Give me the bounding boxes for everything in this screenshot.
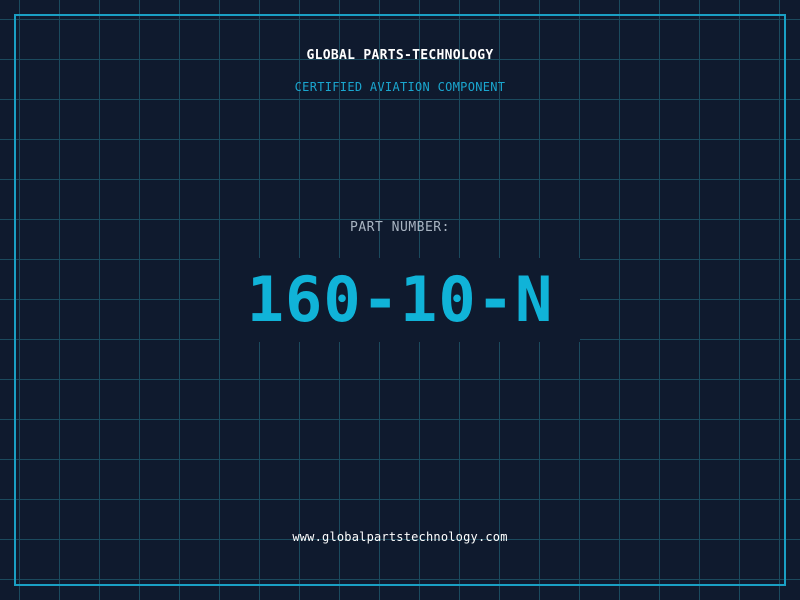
label-page: GLOBAL PARTS-TECHNOLOGY CERTIFIED AVIATI…	[0, 0, 800, 600]
company-name: GLOBAL PARTS-TECHNOLOGY	[306, 48, 494, 63]
part-number-value: 160-10-N	[246, 263, 554, 336]
part-number-label: PART NUMBER:	[350, 220, 450, 235]
certification-subtitle: CERTIFIED AVIATION COMPONENT	[294, 80, 506, 94]
website-url: www.globalpartstechnology.com	[292, 530, 508, 544]
